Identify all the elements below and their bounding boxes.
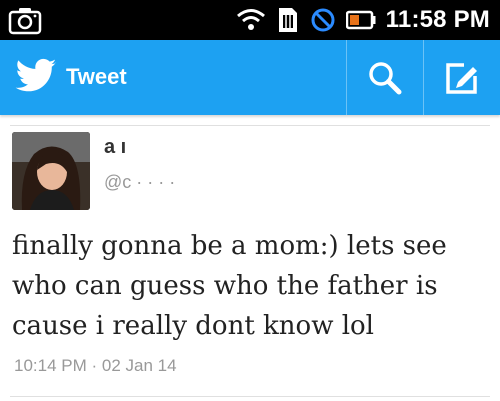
wifi-icon — [236, 7, 266, 33]
blocked-icon — [310, 7, 336, 33]
search-button[interactable] — [347, 40, 423, 115]
compose-icon — [446, 62, 477, 94]
search-icon — [369, 61, 402, 94]
compose-button[interactable] — [424, 40, 500, 115]
camera-icon — [8, 5, 42, 35]
app-header: Tweet — [0, 40, 500, 115]
user-name[interactable]: a ı — [104, 136, 126, 159]
avatar[interactable] — [12, 132, 90, 210]
status-bar: 11:58 PM — [0, 0, 500, 40]
tweet-timestamp: 10:14 PM · 02 Jan 14 — [14, 356, 177, 375]
status-time: 11:58 PM — [385, 6, 490, 33]
user-handle[interactable]: @c · · · · — [104, 172, 175, 193]
page-title: Tweet — [66, 64, 127, 89]
sim-card-icon — [276, 6, 300, 34]
tweet-text: finally gonna be a mom:) lets see who ca… — [12, 231, 447, 341]
divider — [10, 125, 490, 126]
battery-icon — [345, 10, 376, 30]
divider — [10, 396, 490, 397]
twitter-bird-icon[interactable] — [14, 58, 58, 96]
